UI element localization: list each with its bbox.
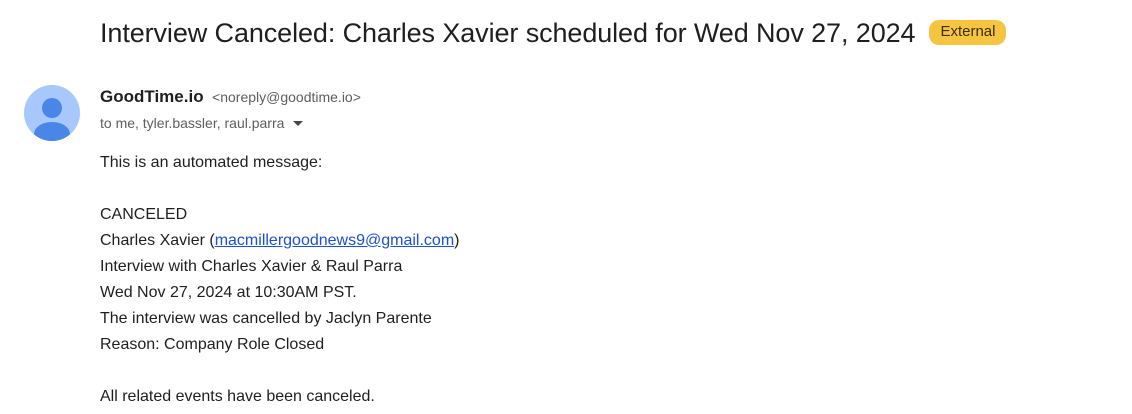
candidate-email-link[interactable]: macmillergoodnews9@gmail.com xyxy=(215,232,454,249)
interview-line: Interview with Charles Xavier & Raul Par… xyxy=(100,258,403,275)
email-subject-row: Interview Canceled: Charles Xavier sched… xyxy=(100,18,1007,49)
recipients-row: to me, tyler.bassler, raul.parra xyxy=(100,115,304,131)
body-status: CANCELED xyxy=(100,206,188,223)
recipients-text: to me, tyler.bassler, raul.parra xyxy=(100,115,285,131)
cancelled-by-line: The interview was cancelled by Jaclyn Pa… xyxy=(100,310,432,327)
external-badge: External xyxy=(929,20,1007,45)
email-subject: Interview Canceled: Charles Xavier sched… xyxy=(100,18,916,48)
sender-avatar-icon[interactable] xyxy=(24,85,80,141)
candidate-line: Charles Xavier (macmillergoodnews9@gmail… xyxy=(100,228,459,254)
chevron-down-icon[interactable] xyxy=(293,120,304,126)
datetime-line: Wed Nov 27, 2024 at 10:30AM PST. xyxy=(100,284,357,301)
sender-email: <noreply@goodtime.io> xyxy=(212,89,361,105)
reason-line: Reason: Company Role Closed xyxy=(100,336,325,353)
sender-row: GoodTime.io <noreply@goodtime.io> xyxy=(100,87,361,107)
sender-name[interactable]: GoodTime.io xyxy=(100,87,204,106)
candidate-name: Charles Xavier ( xyxy=(100,232,215,249)
person-avatar-icon xyxy=(34,98,70,141)
email-body: This is an automated message: CANCELED C… xyxy=(100,150,459,410)
candidate-close-paren: ) xyxy=(454,232,460,249)
body-intro: This is an automated message: xyxy=(100,154,323,171)
events-line: All related events have been canceled. xyxy=(100,388,375,405)
